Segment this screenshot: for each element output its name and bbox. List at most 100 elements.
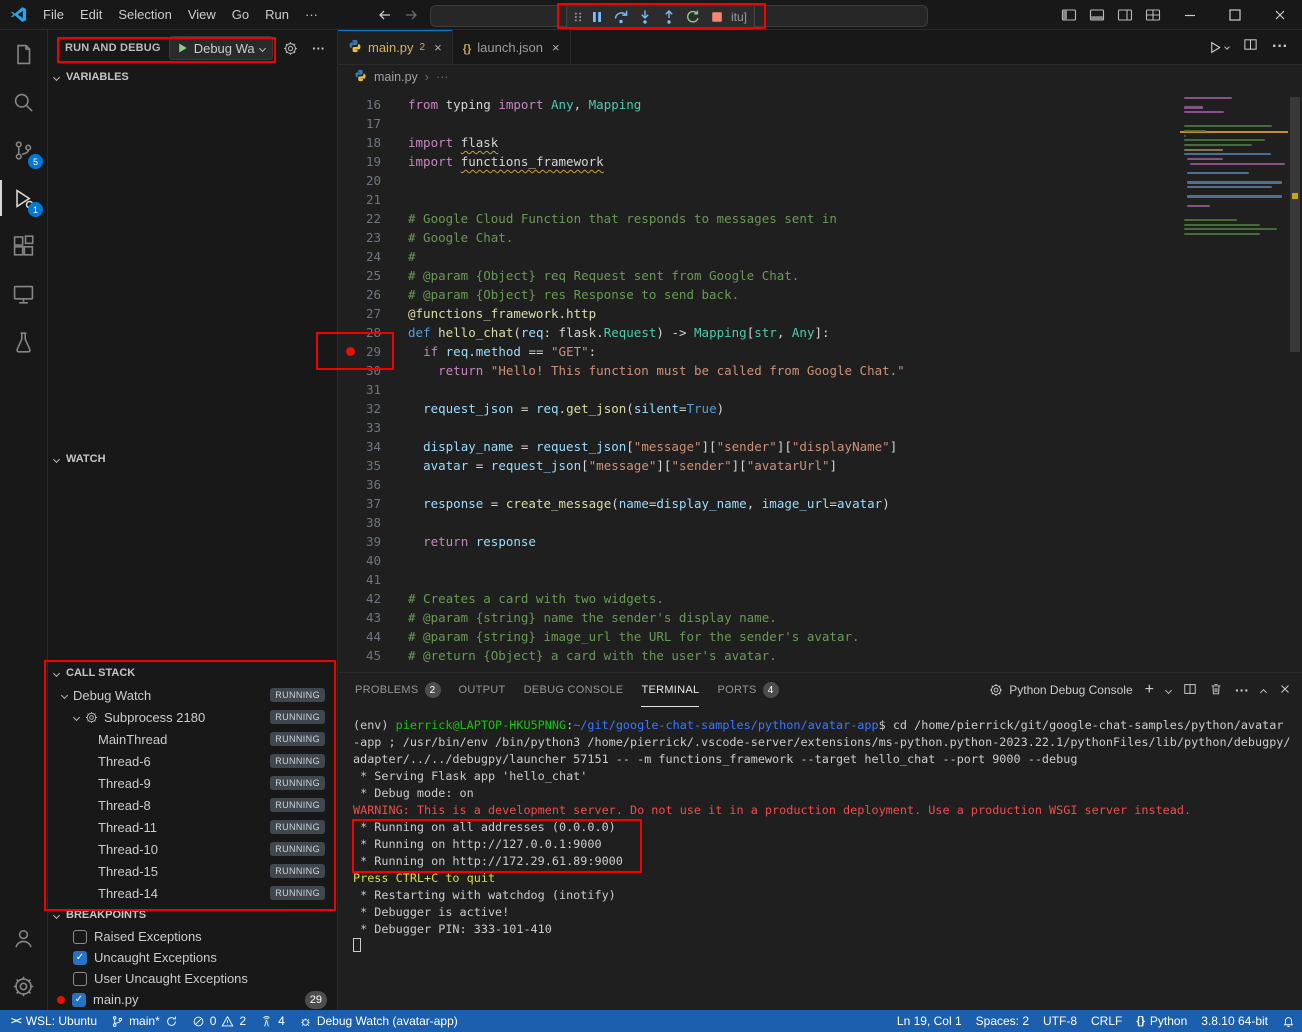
debug-restart-button[interactable] [681,5,705,29]
sidebar-item-extensions[interactable] [0,222,47,270]
code-line-45[interactable]: 45# @return {Object} a card with the use… [338,646,1302,665]
terminal-instance-item[interactable]: Python Debug Console [989,683,1132,697]
breakpoint-slot[interactable] [343,608,357,627]
cursor-position-item[interactable]: Ln 19, Col 1 [890,1010,969,1032]
debug-stop-button[interactable] [705,5,729,29]
breakpoint-checkbox[interactable] [73,930,87,944]
debug-step-over-button[interactable] [609,5,633,29]
breakpoint-slot[interactable] [343,456,357,475]
code-line-25[interactable]: 25# @param {Object} req Request sent fro… [338,266,1302,285]
code-line-34[interactable]: 34 display_name = request_json["message"… [338,437,1302,456]
call-stack-row[interactable]: Thread-8RUNNING [48,794,337,816]
sidebar-item-explorer[interactable] [0,30,47,78]
code-line-23[interactable]: 23# Google Chat. [338,228,1302,247]
maximize-panel-icon[interactable] [1260,688,1267,695]
watch-section-header[interactable]: WATCH [48,448,337,470]
code-line-20[interactable]: 20 [338,171,1302,190]
git-branch-item[interactable]: main* [104,1010,185,1032]
code-line-39[interactable]: 39 return response [338,532,1302,551]
accounts-button[interactable] [0,914,47,962]
breakpoint-slot[interactable] [343,494,357,513]
code-line-16[interactable]: 16from typing import Any, Mapping [338,95,1302,114]
panel-more-actions-icon[interactable]: ··· [1235,682,1249,698]
code-line-37[interactable]: 37 response = create_message(name=displa… [338,494,1302,513]
breakpoint-checkbox[interactable]: ✓ [73,951,87,965]
toolbar-gripper-icon[interactable] [570,5,585,29]
breakpoint-row[interactable]: Raised Exceptions [48,926,337,947]
more-actions-icon[interactable]: ··· [1272,38,1288,56]
minimap[interactable] [1184,97,1284,238]
tab-close-icon[interactable]: × [434,40,442,55]
debug-step-into-button[interactable] [633,5,657,29]
breakpoint-row[interactable]: ✓main.py29 [48,989,337,1010]
tab-close-icon[interactable]: × [552,40,560,55]
debug-pause-button[interactable] [585,5,609,29]
forwarded-ports-item[interactable]: 4 [253,1010,292,1032]
code-line-43[interactable]: 43# @param {string} name the sender's di… [338,608,1302,627]
breadcrumb-file[interactable]: main.py [374,70,418,84]
close-panel-icon[interactable] [1278,682,1292,699]
code-line-19[interactable]: 19import functions_framework [338,152,1302,171]
code-line-31[interactable]: 31 [338,380,1302,399]
split-editor-icon[interactable] [1243,37,1258,57]
code-line-17[interactable]: 17 [338,114,1302,133]
menu-edit[interactable]: Edit [72,4,110,25]
breakpoints-section-header[interactable]: BREAKPOINTS [48,904,337,926]
code-line-42[interactable]: 42# Creates a card with two widgets. [338,589,1302,608]
call-stack-row[interactable]: Debug WatchRUNNING [48,684,337,706]
encoding-item[interactable]: UTF-8 [1036,1010,1084,1032]
terminal-output[interactable]: (env) pierrick@LAPTOP-HKU5PNNG:~/git/goo… [338,707,1302,1010]
breakpoint-slot[interactable] [343,532,357,551]
breakpoint-slot[interactable] [343,190,357,209]
tab-main-py[interactable]: main.py2× [338,30,453,64]
editor-scrollbar[interactable] [1288,89,1302,672]
menu-go[interactable]: Go [224,4,257,25]
toggle-secondary-sidebar-icon[interactable] [1111,0,1139,29]
sidebar-item-remote-explorer[interactable] [0,270,47,318]
breakpoint-slot[interactable] [343,247,357,266]
breakpoint-slot[interactable] [343,285,357,304]
breakpoint-slot[interactable] [343,589,357,608]
call-stack-section-header[interactable]: CALL STACK [48,662,337,684]
breakpoint-slot[interactable] [343,114,357,133]
call-stack-row[interactable]: Thread-10RUNNING [48,838,337,860]
sidebar-item-search[interactable] [0,78,47,126]
panel-tab-terminal[interactable]: TERMINAL [641,673,699,707]
breakpoint-slot[interactable] [343,228,357,247]
menu-selection[interactable]: Selection [110,4,179,25]
scrollbar-thumb[interactable] [1290,97,1300,352]
sidebar-item-testing[interactable] [0,318,47,366]
launch-config-dropdown[interactable]: Debug Wa [169,36,273,60]
breakpoint-slot[interactable] [343,380,357,399]
code-line-29[interactable]: 29 if req.method == "GET": [338,342,1302,361]
breakpoint-checkbox[interactable] [73,972,87,986]
indentation-item[interactable]: Spaces: 2 [969,1010,1036,1032]
breakpoint-slot[interactable] [343,152,357,171]
menu-more[interactable]: ··· [297,4,326,25]
tab-launch-json[interactable]: {}launch.json× [453,30,571,64]
breakpoint-slot[interactable] [343,418,357,437]
new-terminal-icon[interactable]: + [1145,681,1154,699]
code-line-35[interactable]: 35 avatar = request_json["message"]["sen… [338,456,1302,475]
breakpoint-slot[interactable] [343,437,357,456]
call-stack-row[interactable]: MainThreadRUNNING [48,728,337,750]
sidebar-item-source-control[interactable]: 5 [0,126,47,174]
call-stack-row[interactable]: Thread-15RUNNING [48,860,337,882]
minimize-button[interactable] [1167,0,1212,29]
python-interpreter-item[interactable]: 3.8.10 64-bit [1194,1010,1275,1032]
panel-tab-problems[interactable]: PROBLEMS2 [355,673,441,707]
breakpoint-slot[interactable] [343,551,357,570]
breakpoint-slot[interactable] [343,209,357,228]
split-terminal-icon[interactable] [1183,682,1197,699]
breakpoint-slot[interactable] [343,323,357,342]
maximize-button[interactable] [1212,0,1257,29]
call-stack-row[interactable]: Subprocess 2180RUNNING [48,706,337,728]
terminal-dropdown-icon[interactable] [1165,686,1172,693]
go-back-icon[interactable] [374,4,396,26]
code-line-44[interactable]: 44# @param {string} image_url the URL fo… [338,627,1302,646]
breakpoint-slot[interactable] [343,95,357,114]
debug-step-out-button[interactable] [657,5,681,29]
menu-file[interactable]: File [35,4,72,25]
call-stack-row[interactable]: Thread-14RUNNING [48,882,337,904]
breadcrumb[interactable]: main.py › ··· [338,65,1302,89]
